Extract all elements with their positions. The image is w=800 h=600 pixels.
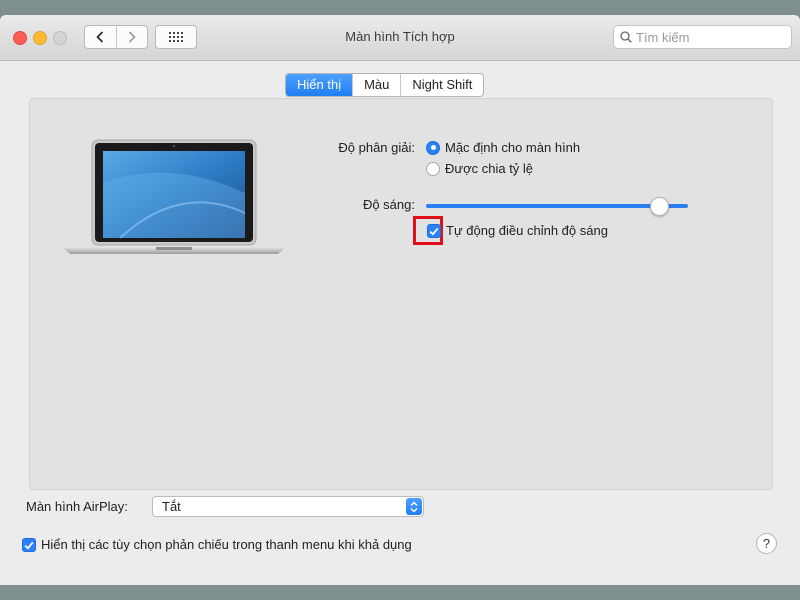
auto-brightness-checkbox[interactable] bbox=[427, 224, 441, 238]
resolution-option-default-label: Mặc định cho màn hình bbox=[445, 140, 581, 155]
search-input[interactable] bbox=[636, 29, 786, 45]
mirror-options-label: Hiển thị các tùy chọn phản chiếu trong t… bbox=[41, 537, 412, 552]
help-button[interactable]: ? bbox=[756, 533, 777, 554]
radio-button[interactable] bbox=[426, 161, 440, 176]
search-field[interactable] bbox=[613, 25, 792, 49]
brightness-label: Độ sáng: bbox=[362, 197, 415, 212]
airplay-select-value: Tắt bbox=[162, 499, 181, 514]
resolution-option-default[interactable]: Mặc định cho màn hình bbox=[426, 140, 580, 155]
tab-bar: Hiển thị Màu Night Shift bbox=[285, 73, 485, 97]
tab-display[interactable]: Hiển thị bbox=[286, 74, 353, 96]
tab-night-shift[interactable]: Night Shift bbox=[400, 74, 483, 96]
auto-brightness-label: Tự động điều chỉnh độ sáng bbox=[446, 223, 608, 238]
up-down-chevron-icon bbox=[406, 498, 422, 515]
search-icon bbox=[620, 31, 632, 43]
resolution-option-scaled-label: Được chia tỷ lệ bbox=[445, 161, 534, 176]
slider-knob[interactable] bbox=[650, 197, 669, 216]
mirror-options-checkbox[interactable] bbox=[22, 538, 36, 552]
resolution-option-scaled[interactable]: Được chia tỷ lệ bbox=[426, 161, 533, 176]
airplay-label: Màn hình AirPlay: bbox=[26, 499, 128, 514]
checkmark-icon bbox=[429, 227, 439, 236]
radio-button-selected[interactable] bbox=[426, 140, 440, 155]
tab-color[interactable]: Màu bbox=[352, 74, 400, 96]
slider-track bbox=[426, 204, 688, 208]
checkmark-icon bbox=[24, 541, 34, 550]
title-bar: Màn hình Tích hợp bbox=[0, 15, 800, 61]
brightness-slider[interactable] bbox=[426, 196, 688, 216]
laptop-illustration bbox=[60, 123, 288, 274]
resolution-label: Độ phân giải: bbox=[338, 140, 415, 155]
airplay-select[interactable]: Tắt bbox=[152, 496, 424, 517]
